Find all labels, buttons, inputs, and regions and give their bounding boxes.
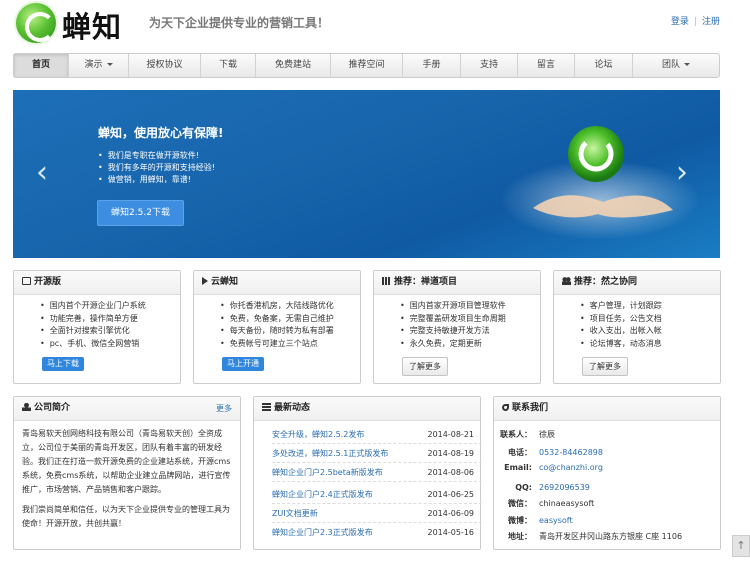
list-item: 全面针对搜索引擎优化	[40, 325, 180, 338]
banner-point: 我们是专职在做开源软件!	[98, 150, 215, 162]
logo-icon[interactable]	[16, 3, 56, 43]
card-list: 国内首个开源企业门户系统 功能完善，操作简单方便 全面针对搜索引擎优化 pc、手…	[14, 295, 180, 350]
list-item: 客户管理，计划跟踪	[580, 300, 720, 313]
learn-more-button[interactable]: 了解更多	[402, 357, 448, 376]
open-now-button[interactable]: 马上开通	[222, 357, 264, 371]
nav-item-message[interactable]: 留言	[518, 54, 575, 77]
list-item: pc、手机、微信全网营销	[40, 338, 180, 351]
banner-point: 做营销，用蝉知，靠谱!	[98, 174, 215, 186]
nav-item-hosting[interactable]: 推荐空间	[331, 54, 403, 77]
list-item: 永久免费，定期更新	[400, 338, 540, 351]
card-header: 推荐：禅道项目	[374, 271, 540, 295]
intro-paragraph: 青岛易软天创网络科技有限公司（青岛易软天创）全资成立，公司位于美丽的青岛开发区，…	[22, 429, 231, 494]
logo-text[interactable]: 蝉知	[62, 4, 122, 46]
nav-item-license[interactable]: 授权协议	[129, 54, 201, 77]
card-header: 云蝉知	[194, 271, 360, 295]
nav-item-home[interactable]: 首页	[14, 54, 69, 77]
nav-item-forum[interactable]: 论坛	[575, 54, 633, 77]
back-to-top-button[interactable]: ↑	[732, 535, 750, 557]
card-zentao: 推荐：禅道项目 国内首家开源项目管理软件 完整覆盖研发项目生命周期 完整支持敏捷…	[373, 270, 541, 384]
users-icon	[562, 277, 571, 285]
list-item: 每天备份，随时转为私有部署	[220, 325, 360, 338]
paper-plane-icon	[202, 277, 208, 285]
list-item: 你托香港机房，大陆线路优化	[220, 300, 360, 313]
grid-icon	[382, 277, 391, 285]
list-item: 免费帐号可建立三个站点	[220, 338, 360, 351]
list-icon	[262, 403, 271, 411]
nav-item-free-site[interactable]: 免费建站	[256, 54, 331, 77]
card-ranzhi: 推荐：然之协同 客户管理，计划跟踪 项目任务，公告文档 收入支出，出帐入帐 论坛…	[553, 270, 721, 384]
card-header: 联系我们	[494, 397, 720, 421]
nav-item-download[interactable]: 下载	[201, 54, 256, 77]
list-item: 完整支持敏捷开发方法	[400, 325, 540, 338]
list-item: 国内首个开源企业门户系统	[40, 300, 180, 313]
list-item: 免费，免备案，无需自己维护	[220, 313, 360, 326]
contact-address: 地址： 青岛开发区井冈山路东方银座 C座 1106	[508, 532, 683, 541]
card-list: 客户管理，计划跟踪 项目任务，公告文档 收入支出，出帐入帐 论坛博客，动态消息	[554, 295, 720, 350]
card-header: 开源版	[14, 271, 180, 295]
list-item: 项目任务，公告文档	[580, 313, 720, 326]
news-item[interactable]: 蝉知企业门户2.5beta新版发布 2014-08-06	[272, 463, 482, 482]
nav-item-manual[interactable]: 手册	[403, 54, 461, 77]
contact-email[interactable]: Email: co@chanzhi.org	[494, 459, 603, 477]
download-now-button[interactable]: 马上下载	[42, 357, 84, 371]
card-list: 国内首家开源项目管理软件 完整覆盖研发项目生命周期 完整支持敏捷开发方法 永久免…	[374, 295, 540, 350]
intro-paragraph: 我们崇尚简单和信任，以为天下企业提供专业的管理工具为使命！开源开放，共创共赢！	[22, 505, 230, 528]
nav-item-demo[interactable]: 演示	[69, 54, 129, 77]
company-intro-panel: 公司简介 更多 青岛易软天创网络科技有限公司（青岛易软天创）全资成立，公司位于美丽…	[13, 396, 241, 550]
banner-download-button[interactable]: 蝉知2.5.2下载	[97, 200, 184, 226]
chevron-down-icon	[684, 63, 690, 66]
intro-text: 青岛易软天创网络科技有限公司（青岛易软天创）全资成立，公司位于美丽的青岛开发区，…	[14, 421, 240, 537]
list-item: 收入支出，出帐入帐	[580, 325, 720, 338]
news-item[interactable]: 安全升级，蝉知2.5.2发布 2014-08-21	[272, 425, 482, 444]
news-item[interactable]: ZUI文档更新 2014-06-09	[272, 504, 482, 523]
list-item: 功能完善，操作简单方便	[40, 313, 180, 326]
news-item[interactable]: 蝉知企业门户2.4正式版发布 2014-06-25	[272, 485, 482, 504]
card-open-source: 开源版 国内首个开源企业门户系统 功能完善，操作简单方便 全面针对搜索引擎优化 …	[13, 270, 181, 384]
news-item[interactable]: 多处改进，蝉知2.5.1正式版发布 2014-08-19	[272, 444, 482, 463]
news-panel: 最新动态 安全升级，蝉知2.5.2发布 2014-08-21 多处改进，蝉知2.5…	[253, 396, 482, 550]
contact-panel: 联系我们 联系人： 徐辰 电话： 0532-84462898 Email: co@ch…	[493, 396, 721, 550]
news-item[interactable]: 蝉知企业门户2.3正式版发布 2014-05-16	[272, 523, 482, 542]
banner-points: 我们是专职在做开源软件! 我们有多年的开源和支持经验! 做营销，用蝉知，靠谱!	[98, 150, 215, 186]
card-header: 推荐：然之协同	[554, 271, 720, 295]
banner-title: 蝉知，使用放心有保障!	[98, 126, 224, 140]
account-links: 登录 | 注册	[670, 17, 720, 27]
list-item: 国内首家开源项目管理软件	[400, 300, 540, 313]
card-header: 公司简介 更多	[14, 397, 240, 421]
chevron-down-icon	[106, 63, 113, 66]
list-item: 论坛博客，动态消息	[580, 338, 720, 351]
nav-item-support[interactable]: 支持	[461, 54, 518, 77]
card-cloud: 云蝉知 你托香港机房，大陆线路优化 免费，免备案，无需自己维护 每天备份，随时转…	[193, 270, 361, 384]
slogan: 为天下企业提供专业的营销工具！	[149, 16, 330, 30]
learn-more-button[interactable]: 了解更多	[582, 357, 628, 376]
contact-person: 联系人： 徐辰	[500, 430, 555, 439]
folder-icon	[22, 277, 31, 285]
more-link[interactable]: 更多	[216, 397, 232, 420]
users-icon	[22, 403, 31, 411]
login-link[interactable]: 登录	[671, 17, 689, 27]
contact-wechat: 微信： chinaeasysoft	[508, 499, 595, 508]
carousel-prev-arrow[interactable]: ‹	[36, 155, 48, 190]
carousel-next-arrow[interactable]: ›	[676, 155, 688, 190]
register-link[interactable]: 注册	[702, 17, 720, 27]
card-header: 最新动态	[254, 397, 480, 421]
phone-icon	[502, 404, 509, 411]
banner-point: 我们有多年的开源和支持经验!	[98, 162, 215, 174]
card-list: 你托香港机房，大陆线路优化 免费，免备案，无需自己维护 每天备份，随时转为私有部…	[194, 295, 360, 350]
main-nav: 首页 演示 授权协议 下载 免费建站 推荐空间 手册 支持 留言 论坛 团队	[13, 53, 720, 78]
list-item: 完整覆盖研发项目生命周期	[400, 313, 540, 326]
nav-item-team[interactable]: 团队	[633, 54, 719, 77]
